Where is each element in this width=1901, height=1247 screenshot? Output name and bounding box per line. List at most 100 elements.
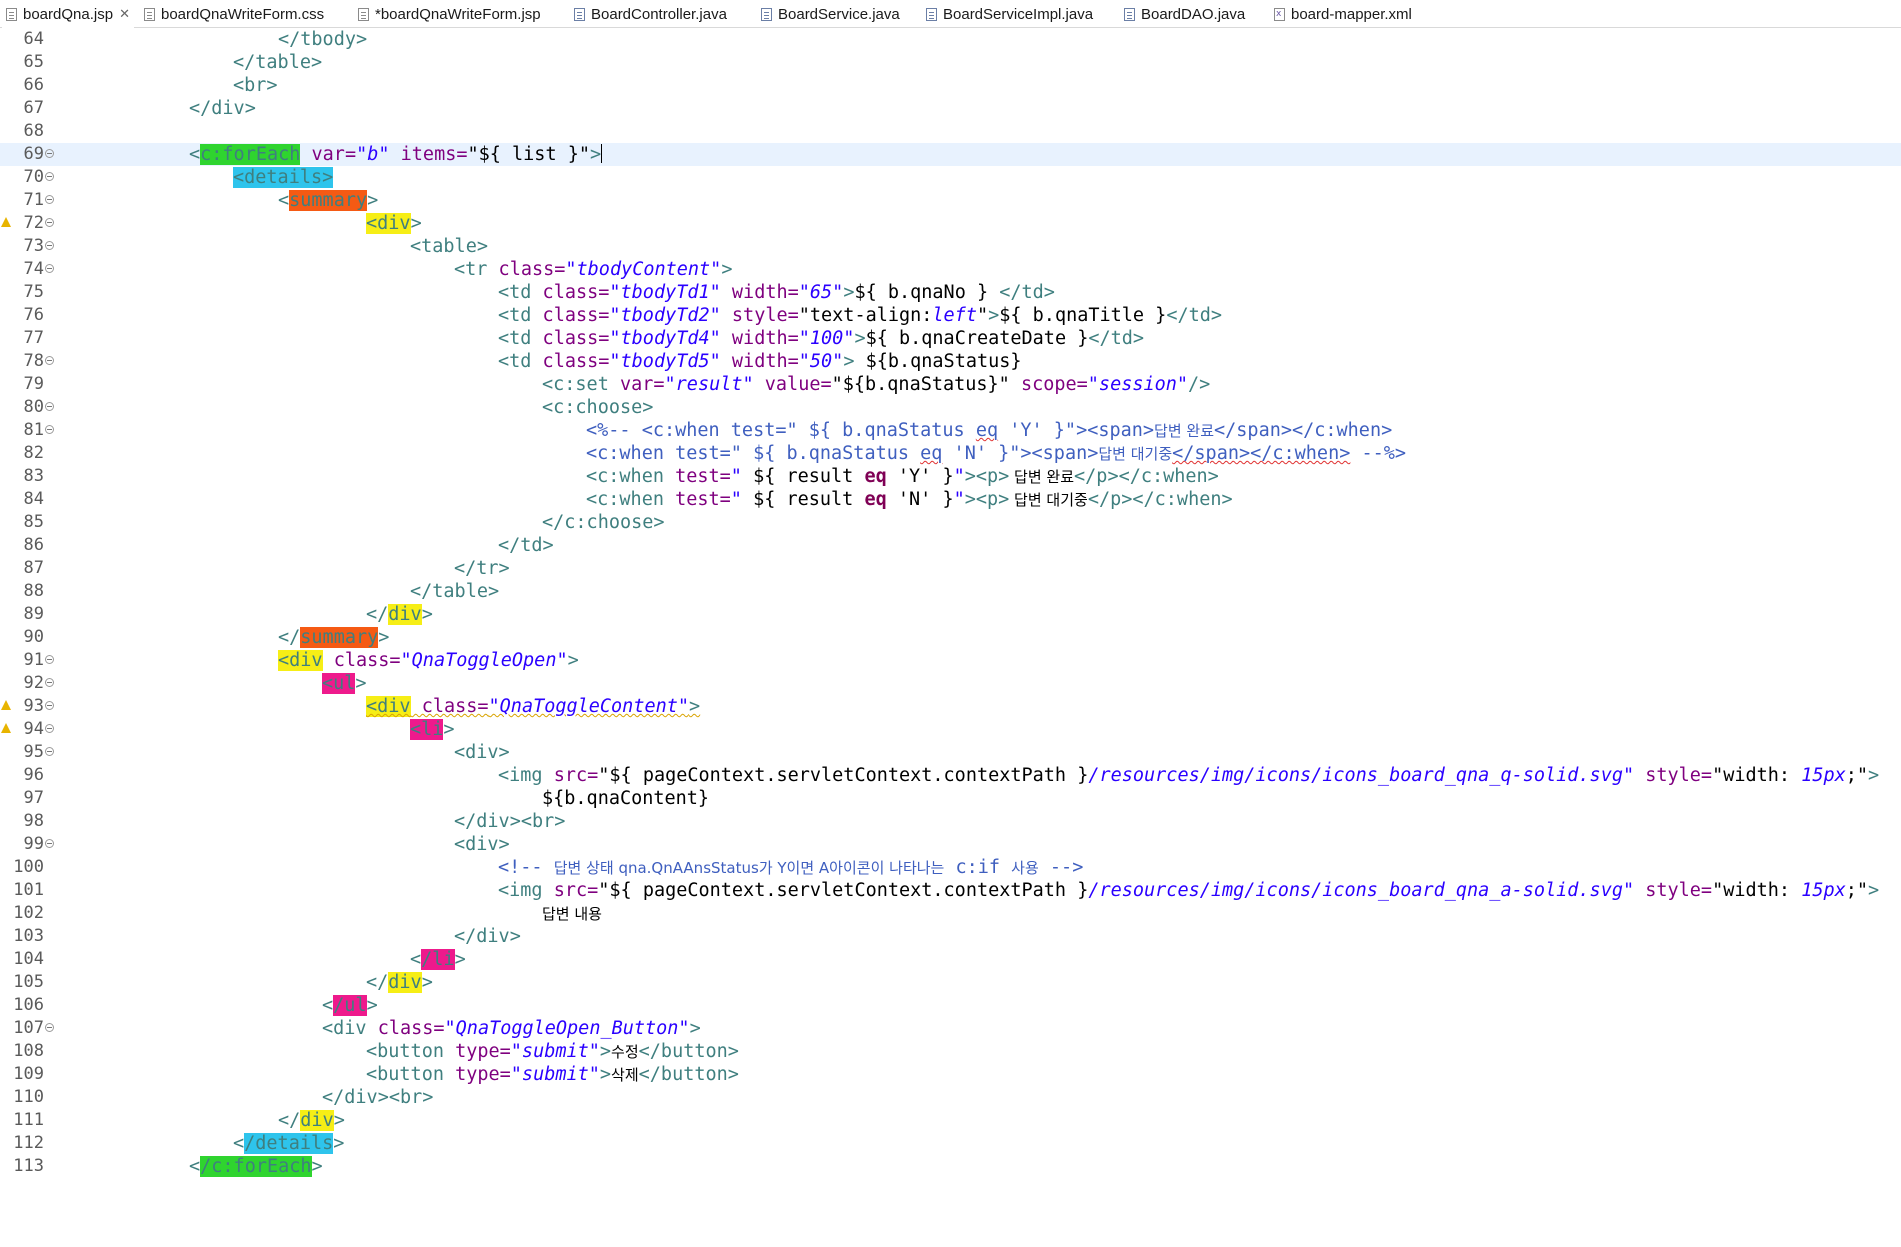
code-line[interactable]: 88 </table> — [0, 580, 1901, 603]
code-line[interactable]: 87 </tr> — [0, 557, 1901, 580]
code-line[interactable]: 73 <table> — [0, 235, 1901, 258]
fold-toggle-icon[interactable] — [45, 356, 54, 365]
code-line[interactable]: 113 </c:forEach> — [0, 1155, 1901, 1178]
fold-toggle-icon[interactable] — [45, 1023, 54, 1032]
fold-toggle-icon[interactable] — [45, 264, 54, 273]
code-line[interactable]: 111 </div> — [0, 1109, 1901, 1132]
code-editor[interactable]: 64 </tbody> 65 </table> 66 <br> 67 </div… — [0, 28, 1901, 1180]
code-line[interactable]: 101 <img src="${ pageContext.servletCont… — [0, 879, 1901, 902]
code-token: </table> — [233, 52, 323, 73]
tab-boardqnawriteform-css[interactable]: boardQnaWriteForm.css — [140, 0, 328, 28]
line-gutter: 76 — [0, 304, 58, 327]
code-line[interactable]: 96 <img src="${ pageContext.servletConte… — [0, 764, 1901, 787]
code-line[interactable]: 82 <c:when test=" ${ b.qnaStatus eq 'N' … — [0, 442, 1901, 465]
code-line[interactable]: 108 <button type="submit">수정</button> — [0, 1040, 1901, 1063]
close-icon[interactable]: ✕ — [119, 7, 130, 22]
line-number: 66 — [23, 75, 44, 95]
code-line[interactable]: 97 ${b.qnaContent} — [0, 787, 1901, 810]
fold-toggle-icon[interactable] — [45, 655, 54, 664]
code-line[interactable]: 84 <c:when test=" ${ result eq 'N' }"><p… — [0, 488, 1901, 511]
code-line[interactable]: 94 <li> — [0, 718, 1901, 741]
tab-boardcontroller-java[interactable]: BoardController.java — [570, 0, 731, 28]
code-line[interactable]: 71 <summary> — [0, 189, 1901, 212]
code-token: > — [410, 213, 422, 234]
code-line[interactable]: 65 </table> — [0, 51, 1901, 74]
code-line[interactable]: 72 <div> — [0, 212, 1901, 235]
tab-boardservice-java[interactable]: BoardService.java — [757, 0, 904, 28]
code-line[interactable]: 92 <ul> — [0, 672, 1901, 695]
highlight-mark: /li — [421, 949, 455, 970]
code-token: < — [189, 1156, 201, 1177]
fold-toggle-icon[interactable] — [45, 149, 54, 158]
line-gutter: 100 — [0, 856, 58, 879]
code-line[interactable]: 80 <c:choose> — [0, 396, 1901, 419]
tab-boardqnawriteform-jsp[interactable]: *boardQnaWriteForm.jsp — [354, 0, 545, 28]
warning-icon[interactable] — [1, 723, 11, 733]
code-line[interactable]: 90 </summary> — [0, 626, 1901, 649]
tab-boarddao-java[interactable]: BoardDAO.java — [1120, 0, 1249, 28]
code-line[interactable]: 85 </c:choose> — [0, 511, 1901, 534]
fold-toggle-icon[interactable] — [45, 402, 54, 411]
code-line[interactable]: 107 <div class="QnaToggleOpen_Button"> — [0, 1017, 1901, 1040]
code-line[interactable]: 95 <div> — [0, 741, 1901, 764]
code-line[interactable]: 75 <td class="tbodyTd1" width="65">${ b.… — [0, 281, 1901, 304]
code-line[interactable]: 74 <tr class="tbodyContent"> — [0, 258, 1901, 281]
code-line[interactable]: 103 </div> — [0, 925, 1901, 948]
code-token: > — [843, 282, 855, 303]
fold-toggle-icon[interactable] — [45, 425, 54, 434]
line-number: 106 — [13, 995, 44, 1015]
code-line[interactable]: 83 <c:when test=" ${ result eq 'Y' }"><p… — [0, 465, 1901, 488]
code-token: 삭제 — [611, 1066, 639, 1084]
fold-toggle-icon[interactable] — [45, 724, 54, 733]
code-line[interactable]: 89 </div> — [0, 603, 1901, 626]
code-line[interactable]: 112 </details> — [0, 1132, 1901, 1155]
fold-toggle-icon[interactable] — [45, 241, 54, 250]
code-line[interactable]: 66 <br> — [0, 74, 1901, 97]
fold-toggle-icon[interactable] — [45, 747, 54, 756]
code-line[interactable]: 86 </td> — [0, 534, 1901, 557]
tab-board-mapper-xml[interactable]: board-mapper.xml — [1270, 0, 1416, 28]
code-line[interactable]: 81 <%-- <c:when test=" ${ b.qnaStatus eq… — [0, 419, 1901, 442]
code-token: </div> — [454, 926, 521, 947]
code-line[interactable]: 79 <c:set var="result" value="${b.qnaSta… — [0, 373, 1901, 396]
code-line[interactable]: 102 답변 내용 — [0, 902, 1901, 925]
code-line[interactable]: 77 <td class="tbodyTd4" width="100">${ b… — [0, 327, 1901, 350]
code-line[interactable]: 91 <div class="QnaToggleOpen"> — [0, 649, 1901, 672]
line-gutter: 65 — [0, 51, 58, 74]
warning-icon[interactable] — [1, 700, 11, 710]
code-line[interactable]: 68 — [0, 120, 1901, 143]
code-line[interactable]: 106 </ul> — [0, 994, 1901, 1017]
code-line[interactable]: 93 <div class="QnaToggleContent"> — [0, 695, 1901, 718]
warning-icon[interactable] — [1, 217, 11, 227]
tab-label: BoardDAO.java — [1141, 5, 1246, 23]
code-line[interactable]: 76 <td class="tbodyTd2" style="text-alig… — [0, 304, 1901, 327]
code-token: 'Y' } — [886, 466, 954, 487]
tab-boardqna-jsp[interactable]: boardQna.jsp ✕ — [2, 0, 134, 28]
code-line[interactable]: 99 <div> — [0, 833, 1901, 856]
line-gutter: 112 — [0, 1132, 58, 1155]
code-line[interactable]: 104 </li> — [0, 948, 1901, 971]
current-code-line[interactable]: 69 <c:forEach var="b" items="${ list }"> — [0, 143, 1901, 166]
fold-toggle-icon[interactable] — [45, 678, 54, 687]
highlight-mark: <ul — [322, 673, 356, 694]
code-token: 'N' } — [886, 489, 954, 510]
code-line[interactable]: 105 </div> — [0, 971, 1901, 994]
code-line[interactable]: 64 </tbody> — [0, 28, 1901, 51]
code-token: ><p> — [964, 466, 1010, 487]
code-line[interactable]: 98 </div><br> — [0, 810, 1901, 833]
fold-toggle-icon[interactable] — [45, 839, 54, 848]
code-line[interactable]: 67 </div> — [0, 97, 1901, 120]
line-gutter: 94 — [0, 718, 58, 741]
fold-toggle-icon[interactable] — [45, 172, 54, 181]
code-line[interactable]: 100 <!-- 답변 상태 qna.QnAAnsStatus가 Y이면 A아이… — [0, 856, 1901, 879]
code-token: eq — [864, 489, 887, 510]
code-line[interactable]: 70 <details> — [0, 166, 1901, 189]
fold-toggle-icon[interactable] — [45, 218, 54, 227]
code-line[interactable]: 109 <button type="submit">삭제</button> — [0, 1063, 1901, 1086]
fold-toggle-icon[interactable] — [45, 701, 54, 710]
line-gutter: 68 — [0, 120, 58, 143]
code-line[interactable]: 110 </div><br> — [0, 1086, 1901, 1109]
fold-toggle-icon[interactable] — [45, 195, 54, 204]
tab-boardserviceimpl-java[interactable]: BoardServiceImpl.java — [922, 0, 1097, 28]
code-line[interactable]: 78 <td class="tbodyTd5" width="50"> ${b.… — [0, 350, 1901, 373]
